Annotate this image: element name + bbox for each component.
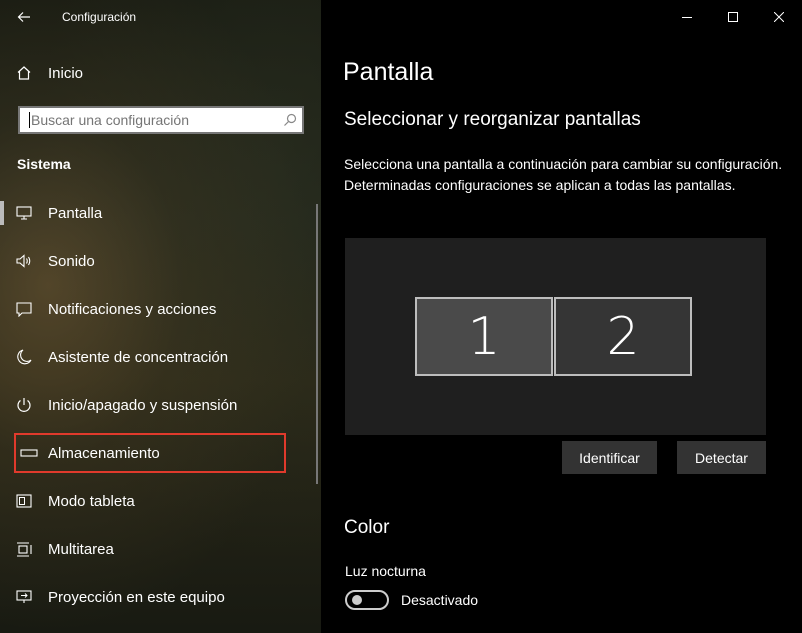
maximize-icon <box>728 11 738 22</box>
minimize-icon <box>682 16 692 18</box>
speaker-icon <box>0 254 48 268</box>
sidebar-item-modo-tableta[interactable]: Modo tableta <box>0 477 314 525</box>
nav-item-home-label: Inicio <box>48 64 84 82</box>
sidebar-item-label: Proyección en este equipo <box>48 588 225 606</box>
sidebar-item-label: Multitarea <box>48 540 114 558</box>
sidebar-item-notificaciones[interactable]: Notificaciones y acciones <box>0 285 314 333</box>
sidebar-item-label: Pantalla <box>48 204 103 222</box>
power-icon <box>0 397 48 413</box>
nav-item-home[interactable]: Inicio <box>0 56 321 90</box>
sidebar-item-label: Asistente de concentración <box>48 348 229 366</box>
night-light-state: Desactivado <box>401 592 479 608</box>
identify-button[interactable]: Identificar <box>562 441 657 474</box>
search-icon[interactable] <box>278 113 302 127</box>
close-icon <box>774 11 784 22</box>
sidebar-item-multitarea[interactable]: Multitarea <box>0 525 314 573</box>
section-title: Sistema <box>17 156 71 172</box>
titlebar: Configuración <box>0 0 321 33</box>
sidebar-item-inicio-apagado[interactable]: Inicio/apagado y suspensión <box>0 381 314 429</box>
sidebar-item-asistente-concentracion[interactable]: Asistente de concentración <box>0 333 314 381</box>
night-light-row: Desactivado <box>345 590 478 610</box>
home-icon <box>0 65 48 81</box>
notification-icon <box>0 301 48 317</box>
sidebar-item-label: Almacenamiento <box>48 444 160 462</box>
detect-button[interactable]: Detectar <box>677 441 766 474</box>
back-arrow-icon <box>17 11 30 22</box>
page-title: Pantalla <box>343 58 434 86</box>
window-controls <box>664 0 802 33</box>
nav-list: Pantalla Sonido Notificaciones y accione… <box>0 189 314 621</box>
section-header-arrange: Seleccionar y reorganizar pantallas <box>344 109 641 130</box>
app-title: Configuración <box>62 9 137 24</box>
search-box[interactable] <box>18 106 304 134</box>
sidebar-item-label: Modo tableta <box>48 492 135 510</box>
sidebar-item-proyeccion[interactable]: Proyección en este equipo <box>0 573 314 621</box>
back-button[interactable] <box>0 0 48 33</box>
sidebar-item-pantalla[interactable]: Pantalla <box>0 189 314 237</box>
section-description: Selecciona una pantalla a continuación p… <box>344 156 783 193</box>
monitor-1[interactable]: 1 <box>415 297 553 376</box>
main-content: Pantalla Seleccionar y reorganizar panta… <box>321 0 802 633</box>
sidebar-item-label: Sonido <box>48 252 95 270</box>
moon-icon <box>0 349 48 365</box>
night-light-label: Luz nocturna <box>345 563 426 579</box>
storage-icon <box>10 449 48 457</box>
sidebar-item-almacenamiento[interactable]: Almacenamiento <box>10 429 290 477</box>
search-input[interactable] <box>30 112 278 128</box>
section-header-color: Color <box>344 517 390 538</box>
minimize-button[interactable] <box>664 0 710 33</box>
monitor-icon <box>0 206 48 220</box>
maximize-button[interactable] <box>710 0 756 33</box>
toggle-knob <box>352 595 362 605</box>
projection-icon <box>0 590 48 604</box>
display-arrangement-area: 1 2 <box>345 238 766 435</box>
sidebar: Configuración Inicio Sistema Pantalla So… <box>0 0 321 633</box>
tablet-icon <box>0 494 48 508</box>
monitor-2[interactable]: 2 <box>554 297 692 376</box>
night-light-toggle[interactable] <box>345 590 389 610</box>
sidebar-item-label: Notificaciones y acciones <box>48 300 217 318</box>
sidebar-item-sonido[interactable]: Sonido <box>0 237 314 285</box>
sidebar-item-label: Inicio/apagado y suspensión <box>48 396 238 414</box>
close-button[interactable] <box>756 0 802 33</box>
multitask-icon <box>0 541 48 557</box>
sidebar-scrollbar[interactable] <box>316 204 318 484</box>
